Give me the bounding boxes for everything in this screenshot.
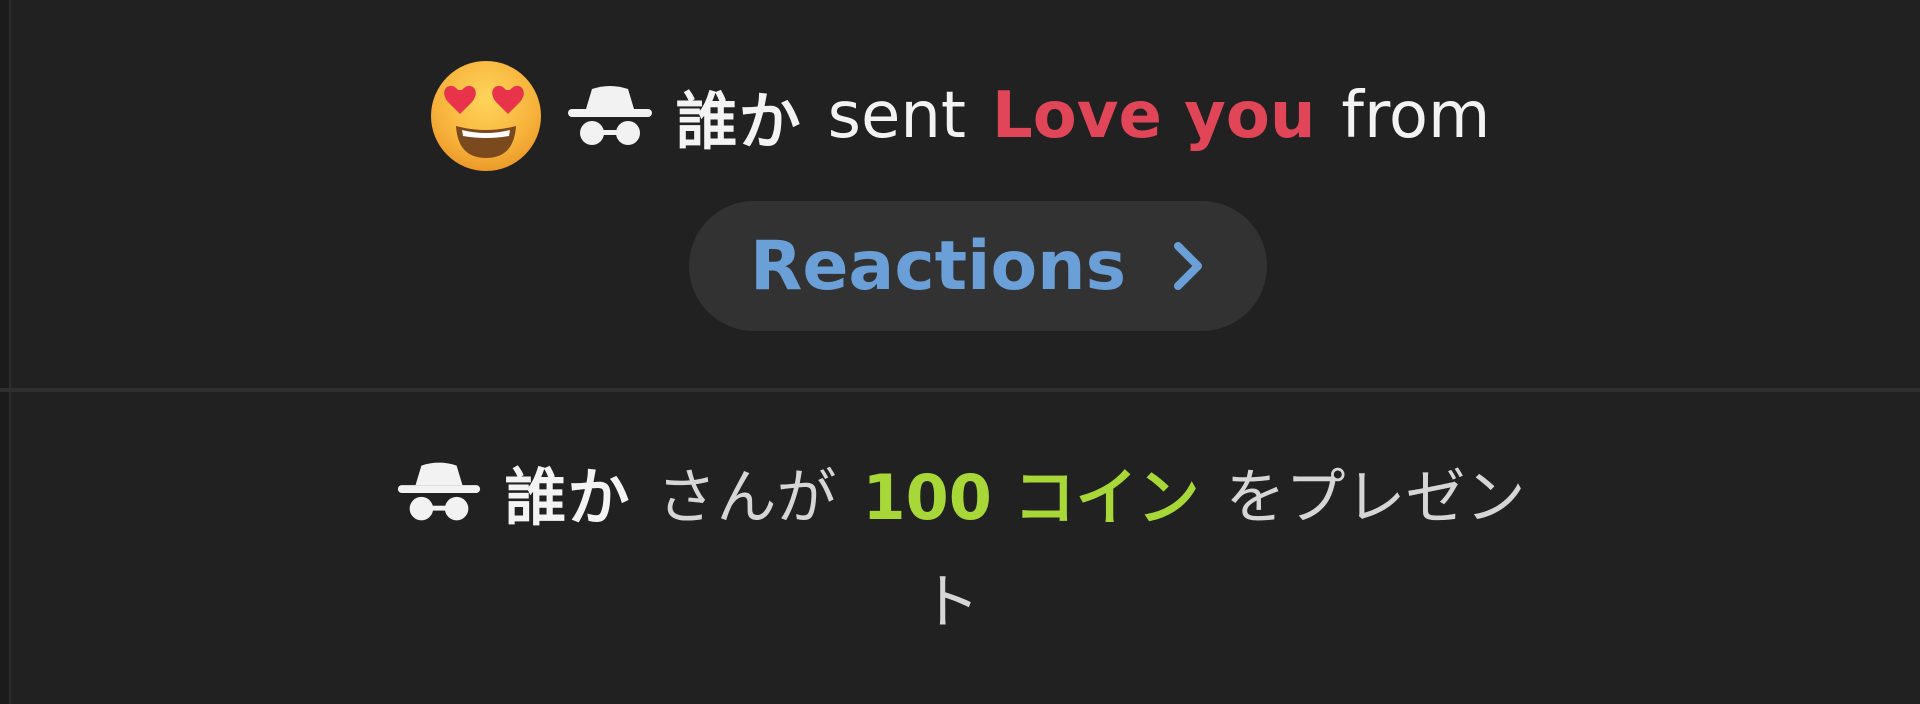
spy-incognito-icon	[567, 86, 652, 145]
gift-action-text: をプレゼン	[1225, 462, 1526, 533]
coin-gift-event-row: 誰か さんが 100 コイン をプレゼン ト	[0, 392, 1920, 704]
spy-incognito-icon	[398, 462, 481, 521]
reaction-event-row: 誰か sent Love you from Reactions	[0, 0, 1920, 390]
reactions-link-label: Reactions	[749, 226, 1127, 306]
reaction-message: 誰か sent Love you from	[0, 56, 1920, 176]
chevron-right-icon	[1174, 242, 1203, 290]
coin-gift-message: 誰か さんが 100 コイン をプレゼン	[0, 442, 1920, 542]
coin-amount: 100 コイン	[862, 461, 1200, 534]
subject-particle: さんが	[656, 462, 837, 533]
sender-name[interactable]: 誰か	[676, 71, 802, 161]
sender-name[interactable]: 誰か	[504, 447, 630, 537]
activity-feed: 誰か sent Love you from Reactions 誰か さんが 1…	[0, 0, 1920, 704]
reactions-link-button[interactable]: Reactions	[689, 201, 1267, 331]
gift-name: Love you	[992, 79, 1316, 153]
gift-action-text-continued: ト	[920, 567, 980, 638]
heart-eyes-face-icon	[430, 61, 541, 171]
from-preposition: from	[1341, 79, 1491, 153]
sent-verb: sent	[827, 79, 967, 153]
coin-gift-message-wrap: ト	[0, 552, 1920, 642]
